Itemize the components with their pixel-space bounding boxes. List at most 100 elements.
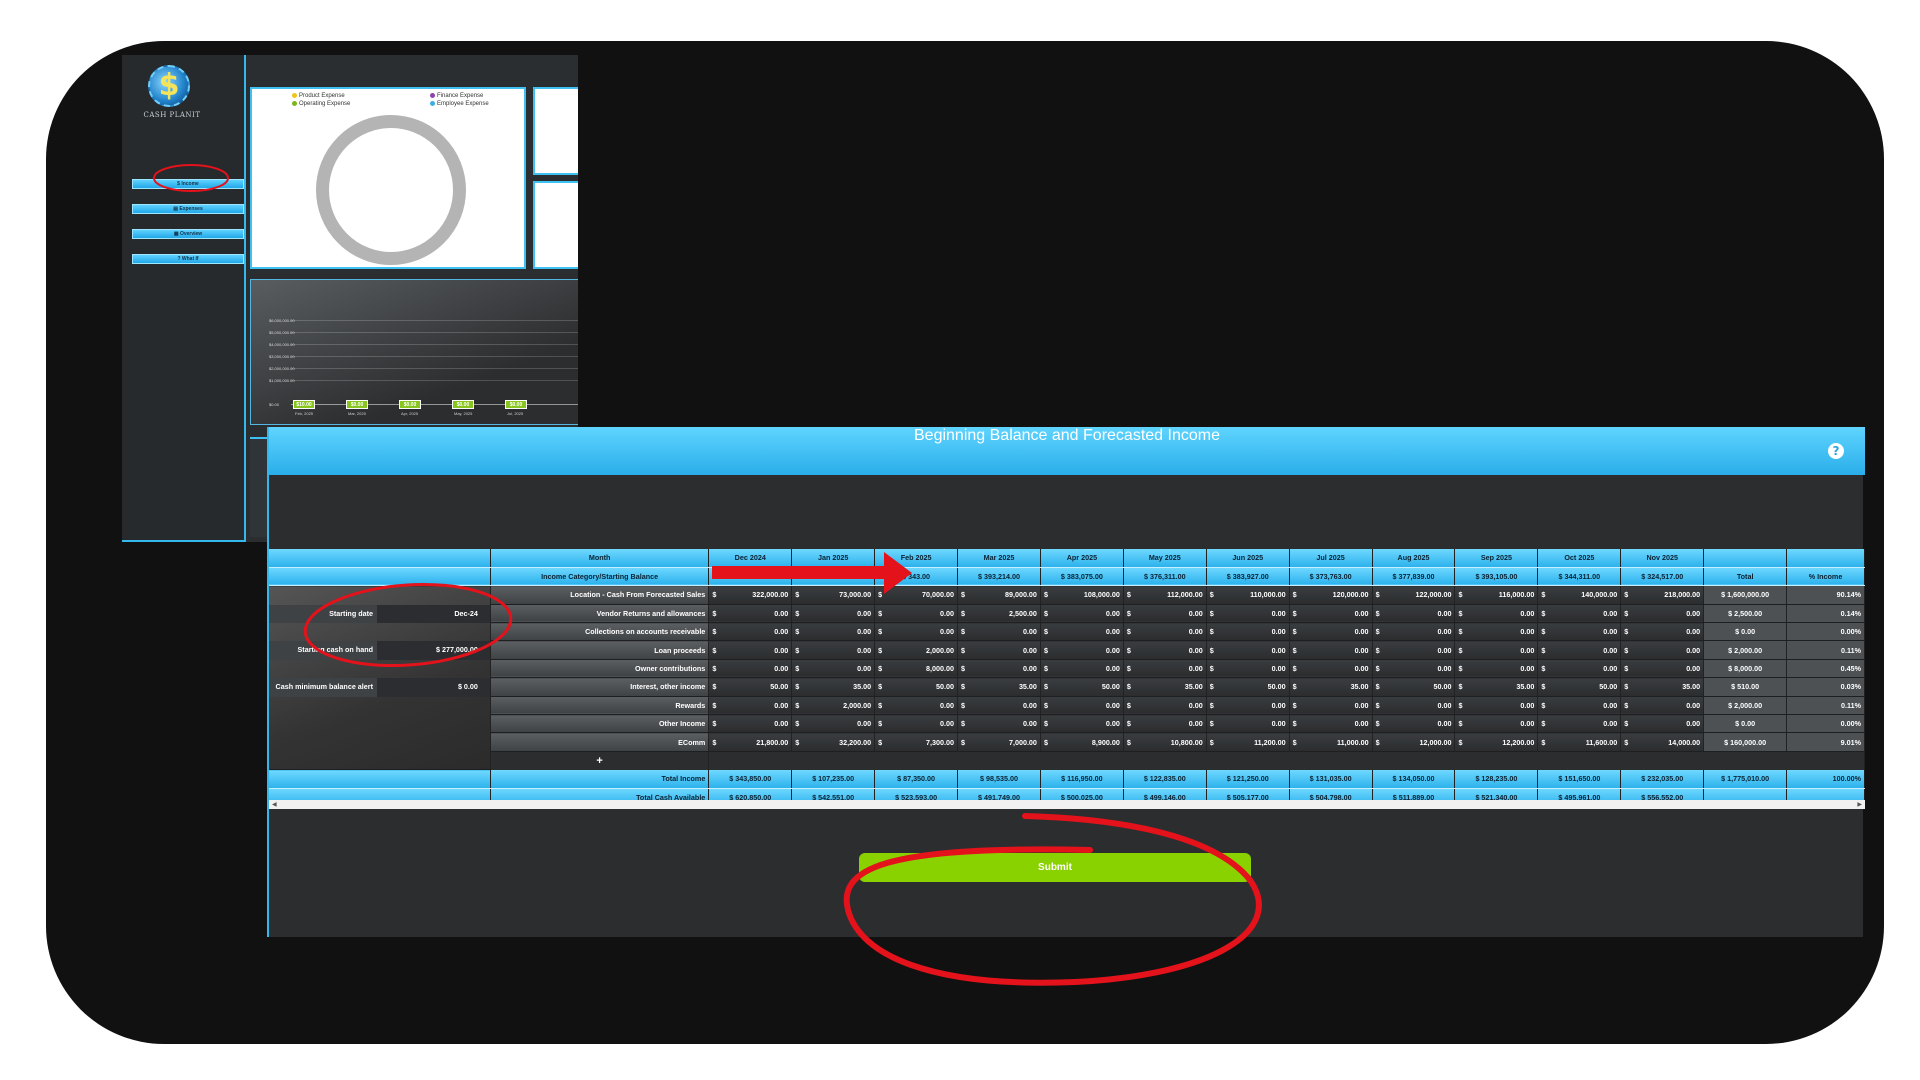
- amount-input[interactable]: $0.00: [1040, 714, 1124, 734]
- amount-input[interactable]: $0.00: [708, 714, 793, 734]
- amount-input[interactable]: $8,900.00: [1040, 732, 1124, 752]
- amount-input[interactable]: $14,000.00: [1620, 732, 1705, 752]
- amount-input[interactable]: $0.00: [1123, 640, 1207, 660]
- amount-input[interactable]: $0.00: [1454, 640, 1539, 660]
- amount-input[interactable]: $0.00: [1289, 604, 1373, 624]
- amount-input[interactable]: $0.00: [1454, 696, 1539, 716]
- amount-input[interactable]: $0.00: [1454, 659, 1539, 679]
- sidebar-item-overview[interactable]: ▦ Overview: [132, 229, 244, 239]
- amount-input[interactable]: $112,000.00: [1123, 585, 1207, 605]
- amount-input[interactable]: $218,000.00: [1620, 585, 1705, 605]
- amount-input[interactable]: $0.00: [957, 696, 1041, 716]
- amount-input[interactable]: $0.00: [1206, 696, 1290, 716]
- amount-input[interactable]: $0.00: [1454, 714, 1539, 734]
- amount-input[interactable]: $0.00: [1537, 659, 1622, 679]
- amount-input[interactable]: $0.00: [1289, 714, 1373, 734]
- sidebar-item-income[interactable]: $ Income: [132, 179, 244, 189]
- amount-input[interactable]: $0.00: [1040, 696, 1124, 716]
- amount-input[interactable]: $35.00: [1123, 677, 1207, 697]
- amount-input[interactable]: $0.00: [1454, 604, 1539, 624]
- amount-input[interactable]: $50.00: [874, 677, 959, 697]
- amount-input[interactable]: $11,200.00: [1206, 732, 1290, 752]
- amount-input[interactable]: $35.00: [957, 677, 1041, 697]
- amount-input[interactable]: $35.00: [1620, 677, 1705, 697]
- amount-input[interactable]: $12,200.00: [1454, 732, 1539, 752]
- amount-input[interactable]: $0.00: [1123, 696, 1207, 716]
- amount-input[interactable]: $0.00: [1123, 622, 1207, 642]
- amount-input[interactable]: $0.00: [1537, 696, 1622, 716]
- setting-input[interactable]: $ 277,000.00: [377, 641, 490, 660]
- amount-input[interactable]: $0.00: [791, 714, 876, 734]
- amount-input[interactable]: $0.00: [1372, 640, 1456, 660]
- amount-input[interactable]: $0.00: [1206, 714, 1290, 734]
- amount-input[interactable]: $0.00: [874, 696, 959, 716]
- amount-input[interactable]: $0.00: [874, 714, 959, 734]
- amount-input[interactable]: $322,000.00: [708, 585, 793, 605]
- amount-input[interactable]: $0.00: [1620, 696, 1705, 716]
- amount-input[interactable]: $2,000.00: [874, 640, 959, 660]
- amount-input[interactable]: $50.00: [708, 677, 793, 697]
- amount-input[interactable]: $50.00: [1040, 677, 1124, 697]
- amount-input[interactable]: $0.00: [1372, 604, 1456, 624]
- horizontal-scrollbar[interactable]: ◀ ▶: [269, 800, 1865, 809]
- amount-input[interactable]: $0.00: [874, 604, 959, 624]
- amount-input[interactable]: $0.00: [1040, 659, 1124, 679]
- amount-input[interactable]: $0.00: [1620, 622, 1705, 642]
- amount-input[interactable]: $0.00: [1040, 622, 1124, 642]
- amount-input[interactable]: $0.00: [1206, 659, 1290, 679]
- amount-input[interactable]: $0.00: [708, 604, 793, 624]
- amount-input[interactable]: $0.00: [1123, 604, 1207, 624]
- amount-input[interactable]: $0.00: [1372, 659, 1456, 679]
- amount-input[interactable]: $89,000.00: [957, 585, 1041, 605]
- amount-input[interactable]: $0.00: [1206, 640, 1290, 660]
- sidebar-item-what-if[interactable]: ? What If: [132, 254, 244, 264]
- sidebar-item-expenses[interactable]: ▤ Expenses: [132, 204, 244, 214]
- amount-input[interactable]: $0.00: [708, 659, 793, 679]
- amount-input[interactable]: $0.00: [1620, 659, 1705, 679]
- amount-input[interactable]: $0.00: [1040, 604, 1124, 624]
- amount-input[interactable]: $110,000.00: [1206, 585, 1290, 605]
- amount-input[interactable]: $50.00: [1206, 677, 1290, 697]
- amount-input[interactable]: $73,000.00: [791, 585, 876, 605]
- amount-input[interactable]: $0.00: [1537, 714, 1622, 734]
- amount-input[interactable]: $0.00: [1537, 622, 1622, 642]
- amount-input[interactable]: $0.00: [1289, 696, 1373, 716]
- amount-input[interactable]: $7,300.00: [874, 732, 959, 752]
- amount-input[interactable]: $8,000.00: [874, 659, 959, 679]
- amount-input[interactable]: $11,600.00: [1537, 732, 1622, 752]
- amount-input[interactable]: $0.00: [708, 622, 793, 642]
- amount-input[interactable]: $10,800.00: [1123, 732, 1207, 752]
- amount-input[interactable]: $35.00: [1454, 677, 1539, 697]
- amount-input[interactable]: $2,000.00: [791, 696, 876, 716]
- amount-input[interactable]: $0.00: [1289, 622, 1373, 642]
- amount-input[interactable]: $11,000.00: [1289, 732, 1373, 752]
- amount-input[interactable]: $0.00: [957, 659, 1041, 679]
- amount-input[interactable]: $50.00: [1537, 677, 1622, 697]
- amount-input[interactable]: $50.00: [1372, 677, 1456, 697]
- amount-input[interactable]: $0.00: [791, 604, 876, 624]
- help-icon[interactable]: ?: [1828, 443, 1844, 459]
- amount-input[interactable]: $0.00: [957, 640, 1041, 660]
- amount-input[interactable]: $32,200.00: [791, 732, 876, 752]
- amount-input[interactable]: $0.00: [708, 696, 793, 716]
- submit-button[interactable]: Submit: [859, 853, 1251, 882]
- amount-input[interactable]: $0.00: [791, 622, 876, 642]
- amount-input[interactable]: $0.00: [957, 622, 1041, 642]
- amount-input[interactable]: $0.00: [1123, 714, 1207, 734]
- amount-input[interactable]: $0.00: [874, 622, 959, 642]
- scroll-right-icon[interactable]: ▶: [1857, 800, 1862, 809]
- amount-input[interactable]: $0.00: [1372, 622, 1456, 642]
- amount-input[interactable]: $108,000.00: [1040, 585, 1124, 605]
- amount-input[interactable]: $0.00: [1123, 659, 1207, 679]
- amount-input[interactable]: $0.00: [1206, 622, 1290, 642]
- amount-input[interactable]: $7,000.00: [957, 732, 1041, 752]
- amount-input[interactable]: $2,500.00: [957, 604, 1041, 624]
- amount-input[interactable]: $12,000.00: [1372, 732, 1456, 752]
- amount-input[interactable]: $0.00: [1620, 714, 1705, 734]
- amount-input[interactable]: $0.00: [1537, 604, 1622, 624]
- amount-input[interactable]: $0.00: [1372, 714, 1456, 734]
- amount-input[interactable]: $0.00: [1620, 640, 1705, 660]
- amount-input[interactable]: $21,800.00: [708, 732, 793, 752]
- amount-input[interactable]: $0.00: [1537, 640, 1622, 660]
- amount-input[interactable]: $122,000.00: [1372, 585, 1456, 605]
